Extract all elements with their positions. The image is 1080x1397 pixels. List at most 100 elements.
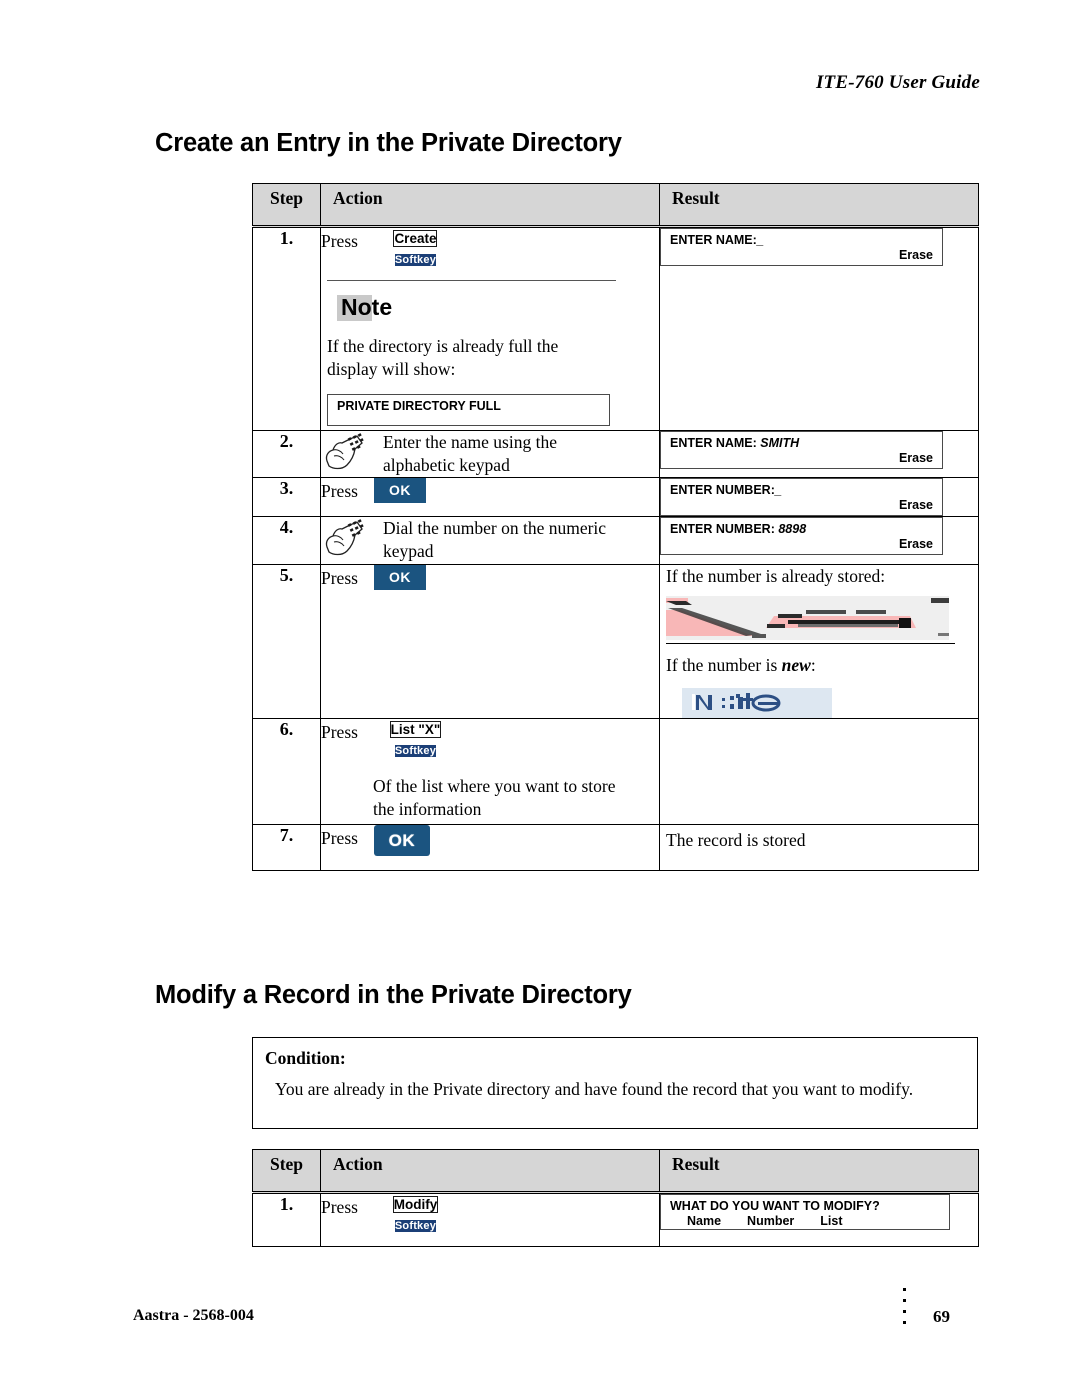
softkey-band-label: Softkey [394,1220,437,1232]
note-label: Note [337,294,394,321]
table-row: 1. Press Modify Softkey WHAT DO YOU WANT… [252,1192,979,1247]
press-instruction: Press Create Softkey [321,228,659,268]
display-option-name: Name [687,1214,722,1228]
step-number: 3. [252,477,321,518]
note-text: If the directory is already full the dis… [327,336,559,380]
footer-dotted-rule [903,1288,906,1334]
press-instruction: Press List "X" Softkey [321,719,659,759]
table-row: 5. Press OK If the number is already sto… [252,563,979,720]
ok-key-large[interactable]: OK [373,825,430,857]
note-divider [327,280,616,281]
phone-display-enter-number-empty: ENTER NUMBER:_ Erase [660,478,943,517]
press-instruction: Press Modify Softkey [321,1194,659,1234]
table-row: 3. Press OK ENTER NUMBER:_ Erase [252,477,979,518]
page-title-create: Create an Entry in the Private Directory [155,129,622,157]
display-options: Name Number List [687,1214,869,1228]
condition-title: Condition: [265,1048,346,1068]
phone-display-directory-full: PRIVATE DIRECTORY FULL [327,393,610,426]
footer-document-id: Aastra - 2568-004 [133,1307,254,1324]
action-cell: Press OK [320,563,660,720]
condition-box: Condition: You are already in the Privat… [252,1037,978,1129]
display-softkey-erase: Erase [898,537,933,552]
softkey-band-label: Softkey [394,745,437,758]
result-cell: ENTER NUMBER:_ Erase [659,477,979,518]
footer-page-number: 69 [933,1307,950,1326]
result-new-label: If the number is new: [666,654,816,675]
result-text: The record is stored [666,830,806,851]
table-row: 4. Dial the number on the numeric keypad… [252,516,979,565]
column-header-step: Step [252,1149,321,1194]
display-option-number: Number [747,1214,795,1228]
press-label: Press [321,481,358,502]
corrupted-note-graphic [682,688,832,719]
column-header-result: Result [659,183,979,228]
glitch-divider [666,642,955,644]
display-prompt: ENTER NAME:_ [670,233,764,247]
phone-display-enter-name-empty: ENTER NAME:_ Erase [660,228,943,266]
table-row: 2. Enter the name using the alphabetic k… [252,429,979,479]
action-text: Of the list where you want to store the … [373,776,616,820]
action-cell: Dial the number on the numeric keypad [320,516,660,565]
display-prompt: ENTER NUMBER: 8898 [670,522,807,537]
result-cell: ENTER NAME: SMITH Erase [659,429,979,479]
step-number: 2. [252,429,321,479]
step-number: 1. [252,226,321,431]
column-header-action: Action [320,1149,660,1194]
result-stored-label: If the number is already stored: [666,565,886,586]
table-header-row: Step Action Result [252,1149,979,1194]
result-cell: If the number is already stored: If the … [659,563,979,720]
display-line-1: PRIVATE DIRECTORY FULL [337,398,501,413]
page-title-modify: Modify a Record in the Private Directory [155,981,632,1009]
action-cell: Press OK [320,477,660,518]
softkey-create[interactable]: Create Softkey [374,228,457,268]
table-row: 6. Press List "X" Softkey Of the list wh… [252,718,979,826]
table-row: 7. Press OK The record is stored [252,824,979,872]
step-number: 7. [252,824,321,872]
result-cell: ENTER NAME:_ Erase [659,226,979,431]
result-cell: ENTER NUMBER: 8898 Erase [659,516,979,565]
action-cell: Press List "X" Softkey Of the list where… [320,718,660,826]
press-label: Press [321,231,358,251]
press-label: Press [321,722,358,743]
softkey-cap-label: Create [393,230,438,247]
hand-keypad-icon [325,519,364,556]
document-page: ITE-760 User Guide Create an Entry in th… [0,0,1080,1397]
procedure-table-create: Step Action Result 1. Press Create Softk… [252,183,979,872]
action-text: Dial the number on the numeric keypad [383,518,607,562]
phone-display-what-to-modify: WHAT DO YOU WANT TO MODIFY? Name Number Li… [660,1194,950,1230]
column-header-action: Action [320,183,660,228]
softkey-list-x[interactable]: List "X" Softkey [374,719,457,759]
phone-display-enter-number-8898: ENTER NUMBER: 8898 Erase [660,517,943,556]
step-number: 1. [252,1192,321,1247]
step-number: 4. [252,516,321,565]
press-label: Press [321,828,358,849]
result-cell: The record is stored [659,824,979,872]
result-cell: WHAT DO YOU WANT TO MODIFY? Name Number Li… [659,1192,979,1247]
display-line-1: WHAT DO YOU WANT TO MODIFY? [670,1199,880,1213]
result-cell [659,718,979,826]
press-instruction: Press OK [321,478,659,504]
action-cell: Press Modify Softkey [320,1192,660,1247]
press-instruction: Press OK [321,564,659,590]
action-cell: Enter the name using the alphabetic keyp… [320,429,660,479]
display-prompt: ENTER NUMBER:_ [670,483,782,498]
display-softkey-erase: Erase [898,450,933,465]
action-cell: Press OK [320,824,660,872]
softkey-cap-label: Modify [392,1196,439,1213]
display-prompt: ENTER NAME: SMITH [670,435,800,450]
column-header-result: Result [659,1149,979,1194]
ok-key[interactable]: OK [373,478,426,504]
corrupted-display-graphic [666,595,949,640]
display-option-list: List [820,1214,843,1228]
table-row: 1. Press Create Softkey Note If the dire… [252,226,979,431]
hand-keypad-icon [325,432,364,469]
action-cell: Press Create Softkey Note If the directo… [320,226,660,431]
press-label: Press [321,567,358,588]
display-softkey-erase: Erase [898,498,933,513]
procedure-table-modify: Step Action Result 1. Press Modify Softk… [252,1149,979,1247]
action-text: Enter the name using the alphabetic keyp… [383,431,557,475]
softkey-modify[interactable]: Modify Softkey [374,1194,457,1234]
ok-key[interactable]: OK [373,564,426,590]
softkey-band-label: Softkey [394,254,437,266]
softkey-cap-label: List "X" [389,721,442,739]
